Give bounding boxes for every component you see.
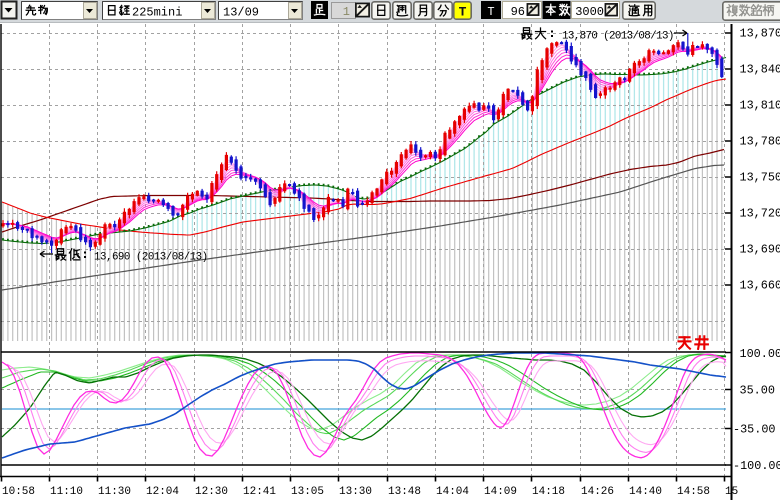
svg-text:10:58: 10:58 — [2, 486, 35, 498]
svg-text:100.00: 100.00 — [740, 347, 780, 361]
svg-text:14:58: 14:58 — [677, 486, 710, 498]
svg-text:15: 15 — [725, 486, 738, 498]
svg-text:13/09: 13/09 — [223, 6, 259, 20]
svg-text:13,660: 13,660 — [740, 279, 780, 293]
svg-text:11:10: 11:10 — [50, 486, 83, 498]
svg-text:T: T — [459, 5, 467, 20]
svg-text:13:48: 13:48 — [388, 486, 421, 498]
svg-text:13,690: 13,690 — [740, 243, 780, 257]
svg-text:11:30: 11:30 — [98, 486, 131, 498]
svg-text:13,870: 13,870 — [740, 27, 780, 41]
svg-text:13,720: 13,720 — [740, 207, 780, 221]
svg-text:35.00: 35.00 — [740, 384, 775, 398]
svg-text:-35.00: -35.00 — [733, 423, 775, 437]
svg-text:13,840: 13,840 — [740, 63, 780, 77]
svg-text:13,870 (2013/08/13): 13,870 (2013/08/13) — [562, 31, 674, 43]
svg-text:225mini: 225mini — [132, 6, 182, 20]
svg-text:-100.00: -100.00 — [733, 459, 780, 473]
svg-text:14:09: 14:09 — [484, 486, 517, 498]
svg-text:13,780: 13,780 — [740, 135, 780, 149]
svg-text:3000: 3000 — [575, 5, 604, 19]
svg-text:14:04: 14:04 — [436, 486, 469, 498]
svg-text:13,690 (2013/08/13): 13,690 (2013/08/13) — [94, 252, 208, 264]
svg-text:13,750: 13,750 — [740, 171, 780, 185]
svg-text:96: 96 — [511, 5, 525, 19]
svg-text:12:30: 12:30 — [195, 486, 228, 498]
svg-text:14:26: 14:26 — [581, 486, 614, 498]
svg-text:13:30: 13:30 — [339, 486, 372, 498]
svg-text:12:41: 12:41 — [243, 486, 276, 498]
svg-text:14:40: 14:40 — [629, 486, 662, 498]
svg-text:T: T — [487, 5, 494, 19]
svg-text:14:18: 14:18 — [532, 486, 565, 498]
svg-text:13:05: 13:05 — [291, 486, 324, 498]
svg-text:12:04: 12:04 — [146, 486, 179, 498]
svg-text:13,810: 13,810 — [740, 99, 780, 113]
svg-text:1: 1 — [343, 5, 350, 19]
